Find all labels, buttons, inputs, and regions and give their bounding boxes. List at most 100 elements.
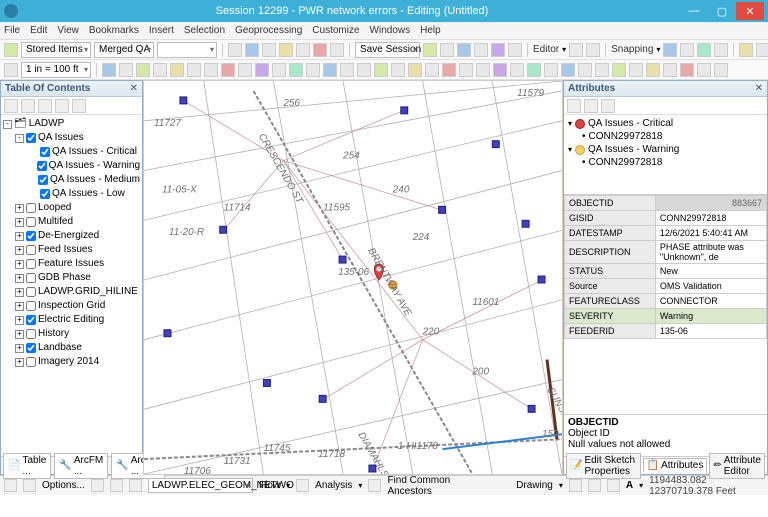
merged-qa-combo[interactable]: Merged QA	[94, 42, 154, 58]
tool-icon[interactable]	[391, 63, 405, 77]
menu-view[interactable]: View	[57, 25, 79, 36]
status-tool-icon[interactable]	[368, 479, 381, 492]
toc-tool-icon[interactable]	[38, 99, 52, 113]
tool-icon[interactable]	[756, 43, 768, 57]
toc-layer-item[interactable]: +GDB Phase	[3, 271, 140, 285]
tool-icon[interactable]	[423, 43, 437, 57]
tool-icon[interactable]	[187, 63, 201, 77]
tool-icon[interactable]	[255, 63, 269, 77]
options-button[interactable]: Options...	[42, 480, 85, 491]
menu-geoprocessing[interactable]: Geoprocessing	[235, 25, 302, 36]
tool-icon[interactable]	[561, 63, 575, 77]
tool-icon[interactable]	[510, 63, 524, 77]
attrs-tab[interactable]: 📝Edit Sketch Properties	[566, 453, 641, 479]
tool-icon[interactable]	[228, 43, 242, 57]
tool-icon[interactable]	[374, 63, 388, 77]
toc-layer-item[interactable]: +Imagery 2014	[3, 355, 140, 369]
toc-tool-icon[interactable]	[55, 99, 69, 113]
tool-icon[interactable]	[289, 63, 303, 77]
menu-insert[interactable]: Insert	[149, 25, 174, 36]
toc-root[interactable]: -🗂LADWP	[3, 117, 140, 131]
tool-icon[interactable]	[629, 63, 643, 77]
tool-icon[interactable]	[221, 63, 235, 77]
tool-icon[interactable]	[578, 63, 592, 77]
tool-icon[interactable]	[330, 43, 344, 57]
status-tool-icon[interactable]	[91, 479, 104, 492]
analysis-button[interactable]: Analysis	[315, 480, 352, 491]
attr-row[interactable]: SourceOMS Validation	[565, 279, 767, 294]
menu-help[interactable]: Help	[420, 25, 441, 36]
attr-tree-item[interactable]: • CONN29972818	[566, 156, 765, 169]
editor-label[interactable]: Editor	[533, 44, 559, 55]
layer-combo[interactable]: LADWP.ELEC_GEOM_NETWO	[148, 478, 253, 493]
tool-icon[interactable]	[442, 63, 456, 77]
snapping-label[interactable]: Snapping	[611, 44, 653, 55]
menu-selection[interactable]: Selection	[184, 25, 225, 36]
toc-layer-item[interactable]: QA Issues - Critical	[3, 145, 140, 159]
status-tool-icon[interactable]	[129, 479, 142, 492]
tool-icon[interactable]	[245, 43, 259, 57]
tool-icon[interactable]	[697, 63, 711, 77]
tool-icon[interactable]	[425, 63, 439, 77]
attrs-grid[interactable]: OBJECTID883667GISIDCONN29972818DATESTAMP…	[564, 195, 767, 414]
tool-icon[interactable]	[4, 43, 18, 57]
toc-layer-item[interactable]: +Inspection Grid	[3, 299, 140, 313]
status-tool-icon[interactable]	[588, 479, 601, 492]
attr-row[interactable]: FEATURECLASSCONNECTOR	[565, 294, 767, 309]
toc-close-icon[interactable]: ✕	[130, 83, 138, 94]
tool-icon[interactable]	[340, 63, 354, 77]
status-tool-icon[interactable]	[296, 479, 309, 492]
toc-layer-item[interactable]: -QA Issues	[3, 131, 140, 145]
tool-icon[interactable]	[102, 63, 116, 77]
attr-tree-item[interactable]: ▾ QA Issues - Warning	[566, 143, 765, 156]
tool-icon[interactable]	[544, 63, 558, 77]
toc-layer-item[interactable]: +Electric Editing	[3, 313, 140, 327]
toc-tab[interactable]: 📄Table ...	[3, 453, 51, 479]
attr-row[interactable]: FEEDERID135-06	[565, 324, 767, 339]
toc-tool-icon[interactable]	[21, 99, 35, 113]
toc-layer-item[interactable]: +LADWP.GRID_HILINE	[3, 285, 140, 299]
tool-icon[interactable]	[279, 43, 293, 57]
find-ancestors-label[interactable]: Find Common Ancestors	[387, 475, 472, 495]
tool-icon[interactable]	[595, 63, 609, 77]
tool-icon[interactable]	[323, 63, 337, 77]
toc-tab[interactable]: 🔧ArcFM ...	[54, 453, 108, 479]
attrs-tab[interactable]: ✏Attribute Editor	[709, 453, 765, 479]
toc-layer-item[interactable]: QA Issues - Warning	[3, 159, 140, 173]
tool-icon[interactable]	[170, 63, 184, 77]
status-tool-icon[interactable]	[569, 479, 582, 492]
attr-tree-item[interactable]: • CONN29972818	[566, 130, 765, 143]
status-tool-icon[interactable]	[110, 479, 123, 492]
tool-icon[interactable]	[408, 63, 422, 77]
attr-tree-item[interactable]: ▾ QA Issues - Critical	[566, 117, 765, 130]
snap-icon[interactable]	[714, 43, 728, 57]
toc-layer-item[interactable]: QA Issues - Low	[3, 187, 140, 201]
tool-icon[interactable]	[153, 63, 167, 77]
toc-layer-item[interactable]: QA Issues - Medium	[3, 173, 140, 187]
menu-edit[interactable]: Edit	[30, 25, 47, 36]
attrs-tool-icon[interactable]	[601, 99, 615, 113]
maximize-button[interactable]: ▢	[708, 2, 736, 20]
tool-icon[interactable]	[476, 63, 490, 77]
drawing-button[interactable]: Drawing	[516, 480, 553, 491]
attrs-close-icon[interactable]: ✕	[755, 83, 763, 94]
menu-windows[interactable]: Windows	[370, 25, 411, 36]
tool-icon[interactable]	[493, 63, 507, 77]
stored-items-combo[interactable]: Stored Items	[21, 42, 91, 58]
menu-bookmarks[interactable]: Bookmarks	[89, 25, 139, 36]
tool-icon[interactable]	[586, 43, 600, 57]
attr-row[interactable]: DATESTAMP12/6/2021 5:40:41 AM	[565, 226, 767, 241]
snap-icon[interactable]	[663, 43, 677, 57]
scale-combo[interactable]: 1 in = 100 ft	[21, 62, 91, 78]
toc-layer-item[interactable]: +Feature Issues	[3, 257, 140, 271]
tool-icon[interactable]	[680, 63, 694, 77]
attr-row[interactable]: DESCRIPTIONPHASE attribute was "Unknown"…	[565, 241, 767, 264]
attr-row[interactable]: STATUSNew	[565, 264, 767, 279]
toc-layer-item[interactable]: +History	[3, 327, 140, 341]
attr-row[interactable]: OBJECTID883667	[565, 196, 767, 211]
attr-row[interactable]: GISIDCONN29972818	[565, 211, 767, 226]
tool-icon[interactable]	[663, 63, 677, 77]
tool-icon[interactable]	[508, 43, 522, 57]
snap-icon[interactable]	[697, 43, 711, 57]
tool-icon[interactable]	[714, 63, 728, 77]
